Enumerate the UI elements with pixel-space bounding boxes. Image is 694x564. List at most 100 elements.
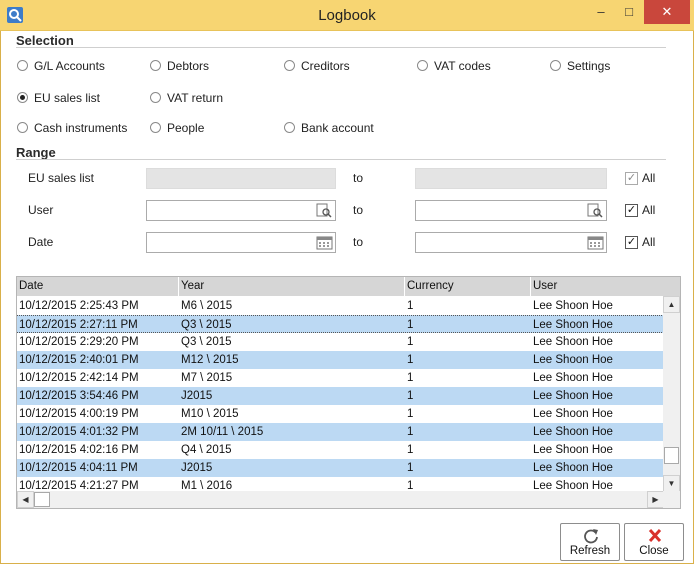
table-cell-year: M7 \ 2015: [181, 372, 233, 384]
radio-unselected-icon[interactable]: [417, 60, 428, 71]
range-heading: Range: [16, 145, 56, 160]
all-checkbox-label: All: [642, 235, 656, 249]
all-checkbox-label: All: [642, 203, 656, 217]
table-cell-date: 10/12/2015 2:25:43 PM: [19, 300, 139, 312]
range-to-label: to: [353, 203, 364, 217]
table-row[interactable]: 10/12/2015 2:25:43 PM M6 \ 2015 1 Lee Shoon…: [17, 297, 664, 315]
table-cell-year: J2015: [181, 462, 213, 474]
range-to-label: to: [353, 235, 364, 249]
table-cell-year: M10 \ 2015: [181, 408, 239, 420]
table-cell-year: M6 \ 2015: [181, 300, 233, 312]
table-cell-date: 10/12/2015 4:04:11 PM: [19, 462, 138, 474]
radio-selected-icon[interactable]: [17, 92, 28, 103]
vertical-scroll-thumb[interactable]: [664, 447, 679, 464]
refresh-icon: [584, 529, 598, 544]
radio-unselected-icon[interactable]: [150, 92, 161, 103]
range-row-label: Date: [28, 235, 54, 249]
scroll-right-arrow-icon[interactable]: ▶: [647, 491, 664, 508]
column-header-currency[interactable]: Currency: [405, 277, 531, 296]
table-cell-date: 10/12/2015 2:27:11 PM: [19, 319, 138, 331]
range-row-label: User: [28, 203, 54, 217]
column-header-year[interactable]: Year: [179, 277, 405, 296]
table-cell-date: 10/12/2015 4:01:32 PM: [19, 426, 139, 438]
title-bar: Logbook ‒ □ ✕: [0, 0, 694, 31]
maximize-button[interactable]: □: [616, 0, 642, 24]
all-checkbox[interactable]: ✓: [625, 204, 638, 217]
table-row[interactable]: 10/12/2015 2:29:20 PM Q3 \ 2015 1 Lee Shoon…: [17, 333, 664, 351]
table-cell-date: 10/12/2015 4:00:19 PM: [19, 408, 139, 420]
radio-unselected-icon[interactable]: [284, 60, 295, 71]
radio-option-label: Creditors: [301, 59, 350, 73]
radio-unselected-icon[interactable]: [550, 60, 561, 71]
scrollbar-corner: [663, 491, 680, 508]
table-cell-currency: 1: [407, 336, 414, 348]
table-cell-date: 10/12/2015 3:54:46 PM: [19, 390, 139, 402]
table-row[interactable]: 10/12/2015 2:42:14 PM M7 \ 2015 1 Lee Shoon…: [17, 369, 664, 387]
radio-unselected-icon[interactable]: [17, 122, 28, 133]
table-cell-user: Lee Shoon Hoe: [533, 354, 613, 366]
all-checkbox[interactable]: ✓: [625, 236, 638, 249]
table-row[interactable]: 10/12/2015 3:54:46 PM J2015 1 Lee Shoon Hoe: [17, 387, 664, 405]
lookup-icon[interactable]: [587, 203, 604, 218]
radio-option-label: VAT return: [167, 91, 224, 105]
radio-unselected-icon[interactable]: [17, 60, 28, 71]
table-cell-user: Lee Shoon Hoe: [533, 319, 613, 331]
table-cell-year: M12 \ 2015: [181, 354, 239, 366]
table-cell-currency: 1: [407, 354, 414, 366]
all-checkbox-label: All: [642, 171, 656, 185]
range-to-field[interactable]: [415, 232, 607, 253]
scroll-left-arrow-icon[interactable]: ◀: [17, 491, 34, 508]
selection-divider: [16, 47, 666, 48]
table-cell-user: Lee Shoon Hoe: [533, 408, 613, 420]
radio-option-label: VAT codes: [434, 59, 491, 73]
logbook-grid[interactable]: Date Year Currency User 10/12/2015 2:25:…: [16, 276, 681, 509]
horizontal-scroll-thumb[interactable]: [34, 492, 50, 507]
scroll-up-arrow-icon[interactable]: ▲: [663, 296, 680, 313]
minimize-button[interactable]: ‒: [588, 0, 614, 24]
close-button[interactable]: Close: [624, 523, 684, 561]
table-cell-user: Lee Shoon Hoe: [533, 300, 613, 312]
table-cell-currency: 1: [407, 408, 414, 420]
range-from-field[interactable]: [146, 232, 336, 253]
range-from-field[interactable]: [146, 200, 336, 221]
table-cell-year: Q4 \ 2015: [181, 444, 232, 456]
selection-heading: Selection: [16, 33, 74, 48]
calendar-icon[interactable]: [316, 235, 333, 250]
table-cell-currency: 1: [407, 426, 414, 438]
table-cell-year: Q3 \ 2015: [181, 319, 232, 331]
calendar-icon[interactable]: [587, 235, 604, 250]
radio-option-label: People: [167, 121, 205, 135]
range-row-label: EU sales list: [28, 171, 95, 185]
lookup-icon[interactable]: [316, 203, 333, 218]
window-close-button[interactable]: ✕: [644, 0, 690, 24]
radio-option-label: EU sales list: [34, 91, 101, 105]
table-row[interactable]: 10/12/2015 2:40:01 PM M12 \ 2015 1 Lee Shoo…: [17, 351, 664, 369]
radio-option-label: Cash instruments: [34, 121, 128, 135]
close-label: Close: [639, 545, 669, 557]
radio-option-label: G/L Accounts: [34, 59, 105, 73]
range-to-field: [415, 168, 607, 189]
table-row[interactable]: 10/12/2015 4:01:32 PM 2M 10/11 \ 2015 1 Lee…: [17, 423, 664, 441]
range-to-label: to: [353, 171, 364, 185]
all-checkbox: ✓: [625, 172, 638, 185]
table-cell-user: Lee Shoon Hoe: [533, 390, 613, 402]
table-cell-user: Lee Shoon Hoe: [533, 462, 613, 474]
table-row[interactable]: 10/12/2015 4:04:11 PM J2015 1 Lee Shoon Hoe: [17, 459, 664, 477]
radio-option-label: Settings: [567, 59, 611, 73]
column-header-user[interactable]: User: [531, 277, 680, 296]
refresh-button[interactable]: Refresh: [560, 523, 620, 561]
radio-option-label: Debtors: [167, 59, 210, 73]
vertical-scrollbar[interactable]: ▲ ▼: [663, 296, 680, 492]
column-header-date[interactable]: Date: [17, 277, 179, 296]
horizontal-scrollbar[interactable]: ◀ ▶: [17, 491, 664, 508]
table-cell-year: 2M 10/11 \ 2015: [181, 426, 264, 438]
table-row[interactable]: 10/12/2015 4:02:16 PM Q4 \ 2015 1 Lee Shoon…: [17, 441, 664, 459]
radio-option-label: Bank account: [301, 121, 374, 135]
table-row[interactable]: 10/12/2015 2:27:11 PM Q3 \ 2015 1 Lee Shoon…: [17, 315, 664, 333]
radio-unselected-icon[interactable]: [150, 60, 161, 71]
radio-unselected-icon[interactable]: [150, 122, 161, 133]
table-row[interactable]: 10/12/2015 4:00:19 PM M10 \ 2015 1 Lee Shoo…: [17, 405, 664, 423]
scroll-down-arrow-icon[interactable]: ▼: [663, 475, 680, 492]
range-to-field[interactable]: [415, 200, 607, 221]
radio-unselected-icon[interactable]: [284, 122, 295, 133]
